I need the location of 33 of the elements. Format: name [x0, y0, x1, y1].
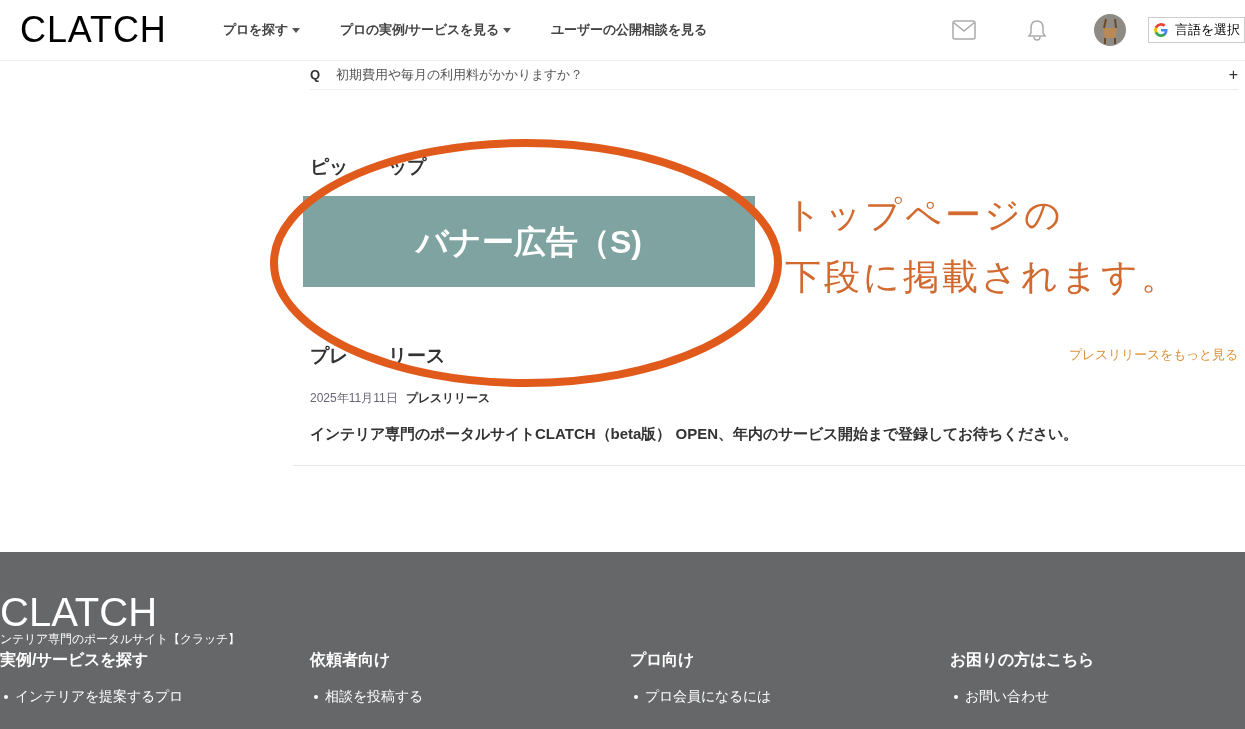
bullet-icon [314, 694, 318, 699]
bullet-icon [634, 694, 638, 699]
logo[interactable]: CLATCH [20, 12, 167, 48]
avatar-icon[interactable] [1094, 14, 1126, 46]
section-heading: プレ [310, 345, 348, 365]
footer-tagline: ンテリア専門のポータルサイト【クラッチ】 [0, 632, 241, 646]
footer-heading: 依頼者向け [310, 650, 391, 670]
annotation-text: トップページの [785, 193, 1065, 237]
nav-link[interactable]: プロを探す [222, 20, 300, 40]
footer-link[interactable]: プロ会員になるには [645, 686, 771, 707]
press-date: 2025年11月11日 [310, 389, 398, 407]
mail-icon[interactable] [952, 20, 976, 40]
nav-link[interactable]: プロの実例/サービスを見る [339, 20, 512, 40]
question-mark: Q [310, 66, 321, 85]
faq-question[interactable]: 初期費用や毎月の利用料がかかりますか？ [336, 65, 584, 85]
footer-logo[interactable]: CLATCH [0, 592, 1245, 632]
language-button[interactable]: 言語を選択 [1148, 17, 1245, 43]
footer-heading: プロ向け [630, 650, 695, 670]
annotation-text: 下段に掲載されます。 [785, 255, 1180, 299]
section-heading: ピッ [310, 157, 348, 176]
bullet-icon [4, 694, 8, 699]
footer-link[interactable]: インテリアを提案するプロ [15, 686, 183, 707]
footer-heading: お困りの方はこちら [950, 650, 1095, 670]
bullet-icon [954, 694, 958, 699]
footer-heading: 実例/サービスを探す [0, 650, 150, 670]
press-title[interactable]: インテリア専門のポータルサイトCLATCH（beta版） OPEN、年内のサービス開始まで登録してお待ちください。 [310, 422, 1238, 445]
press-category: プレスリリース [405, 389, 490, 407]
expand-button[interactable]: + [1228, 67, 1238, 83]
footer-link[interactable]: お問い合わせ [965, 686, 1049, 707]
google-g-icon [1153, 22, 1169, 38]
footer-link[interactable]: 相談を投稿する [325, 686, 423, 707]
bell-icon[interactable] [1026, 19, 1048, 41]
nav-link[interactable]: ユーザーの公開相談を見る [551, 20, 708, 40]
